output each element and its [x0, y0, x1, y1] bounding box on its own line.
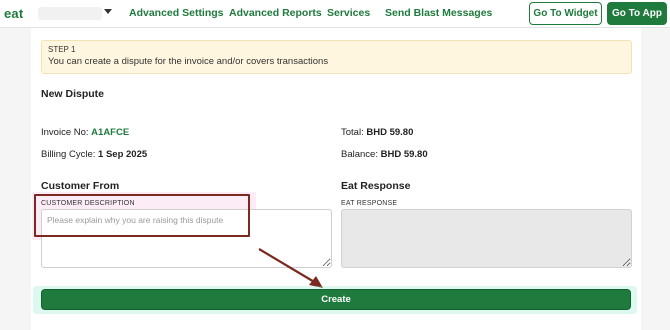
nav-advanced-reports[interactable]: Advanced Reports	[229, 7, 322, 19]
eat-response-label: EAT RESPONSE	[341, 200, 398, 207]
total-value: BHD 59.80	[366, 127, 414, 138]
total-label: Total:	[341, 127, 364, 138]
invoice-label: Invoice No:	[41, 127, 89, 138]
go-to-widget-button[interactable]: Go To Widget	[529, 2, 602, 25]
step-number: STEP 1	[48, 45, 76, 54]
eat-response-field	[341, 209, 632, 268]
nav-send-blast-messages[interactable]: Send Blast Messages	[385, 7, 492, 19]
balance-label: Balance:	[341, 149, 378, 160]
top-navigation: eat Advanced Settings Advanced Reports S…	[0, 0, 670, 28]
balance-amount: Balance: BHD 59.80	[341, 149, 428, 160]
total-amount: Total: BHD 59.80	[341, 127, 413, 138]
customer-description-label: CUSTOMER DESCRIPTION	[41, 200, 135, 207]
brand-logo[interactable]: eat	[4, 6, 23, 21]
customer-section-title: Customer From	[41, 180, 120, 192]
create-button[interactable]: Create	[41, 289, 631, 310]
go-to-app-button[interactable]: Go To App	[607, 2, 667, 25]
nav-services[interactable]: Services	[327, 7, 370, 19]
billing-value: 1 Sep 2025	[98, 149, 148, 160]
invoice-value[interactable]: A1AFCE	[91, 127, 129, 138]
chevron-down-icon[interactable]	[104, 9, 112, 14]
account-selector[interactable]	[38, 7, 102, 20]
balance-value: BHD 59.80	[380, 149, 428, 160]
step-banner: STEP 1 You can create a dispute for the …	[41, 40, 632, 74]
invoice-number: Invoice No: A1AFCE	[41, 127, 129, 138]
page-title: New Dispute	[41, 88, 105, 100]
step-description: You can create a dispute for the invoice…	[48, 56, 329, 67]
billing-label: Billing Cycle:	[41, 149, 96, 160]
customer-description-field[interactable]	[41, 209, 332, 268]
nav-advanced-settings[interactable]: Advanced Settings	[129, 7, 224, 19]
billing-cycle: Billing Cycle: 1 Sep 2025	[41, 149, 147, 160]
eat-response-section-title: Eat Response	[341, 180, 411, 192]
